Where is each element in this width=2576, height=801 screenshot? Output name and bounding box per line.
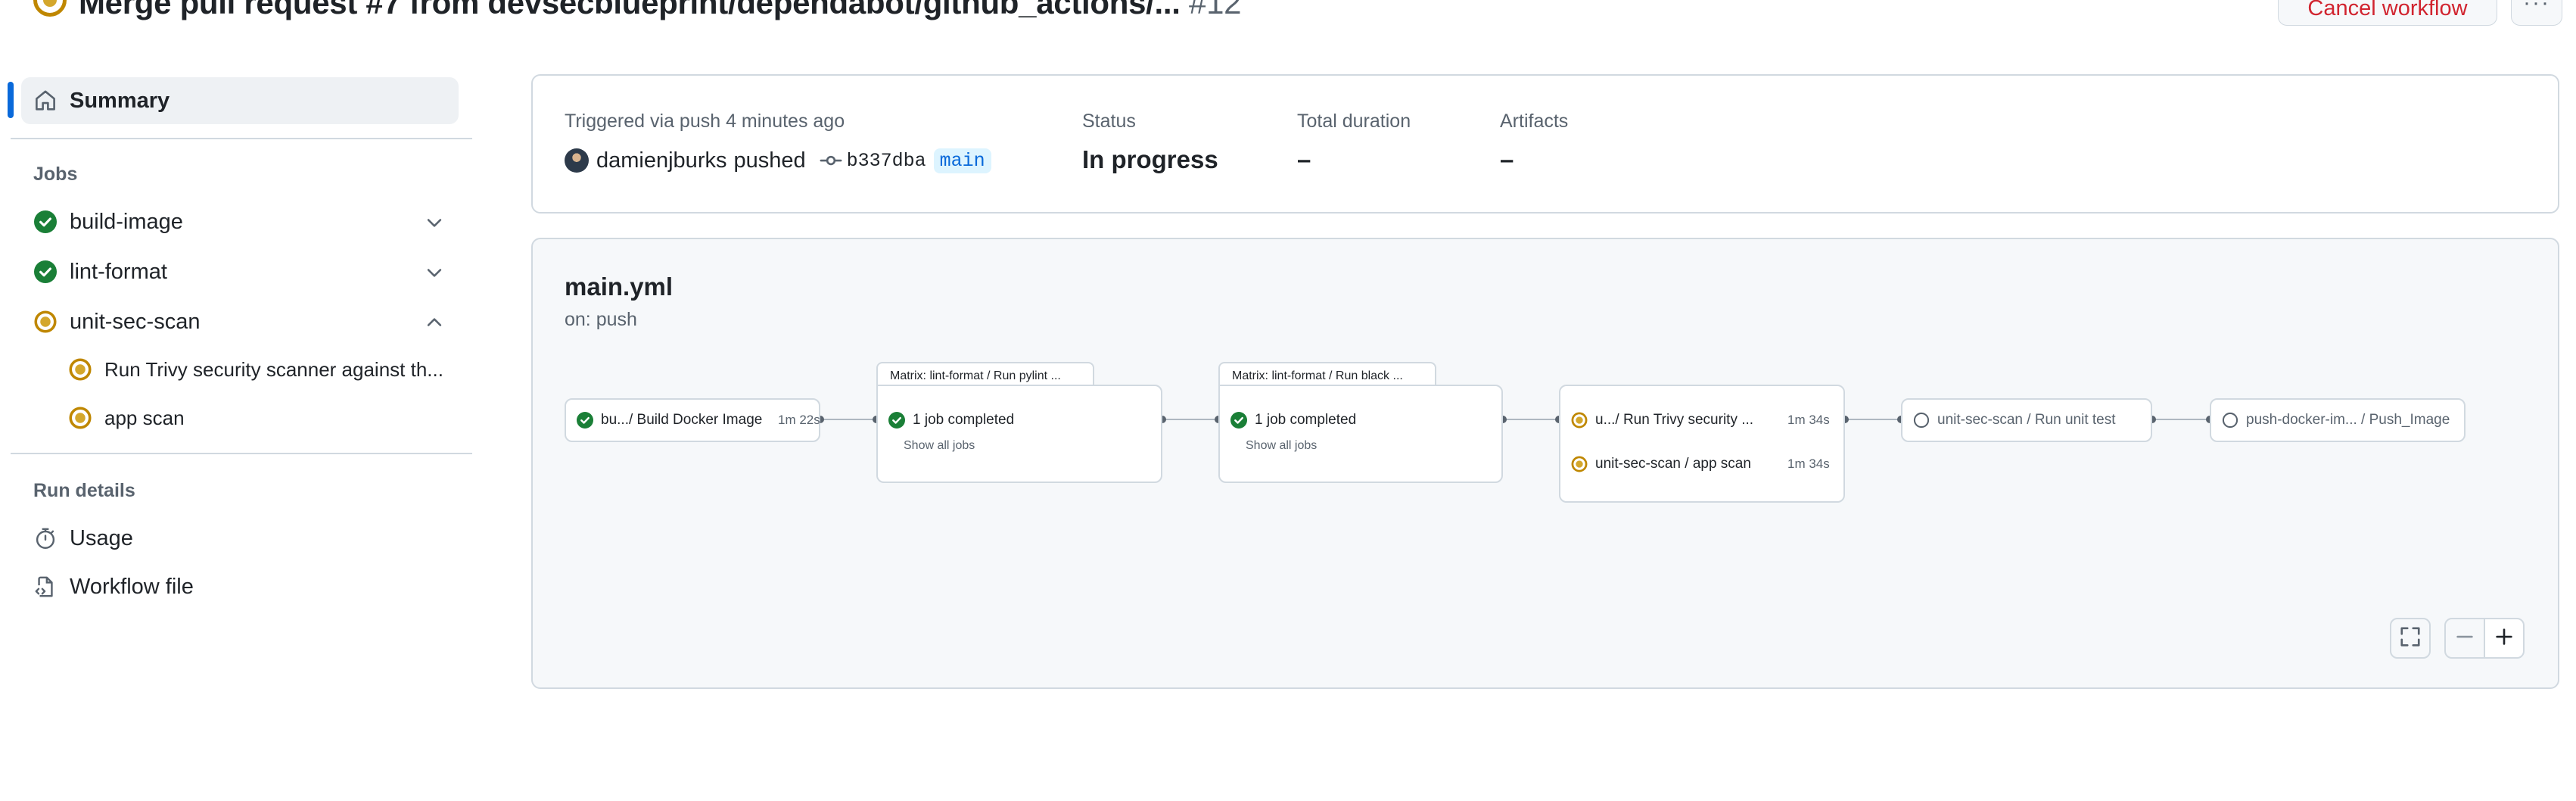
total-duration-value: – (1297, 145, 1311, 173)
artifacts-label: Artifacts (1500, 111, 1569, 132)
in-progress-icon (68, 357, 92, 382)
step-label: Run Trivy security scanner against th... (104, 357, 443, 381)
cancel-workflow-button[interactable]: Cancel workflow (2278, 0, 2497, 26)
graph-connectors (817, 416, 2214, 423)
triggered-label: Triggered via push 4 minutes ago (565, 111, 845, 132)
commit-sha-link[interactable]: b337dba (847, 150, 926, 172)
in-progress-status-icon (33, 0, 67, 17)
job-label: unit-sec-scan (70, 309, 201, 334)
job-node-row: 1 job completed (1230, 412, 1356, 429)
job-node-app-scan[interactable]: unit-sec-scan / app scan 1m 34s (1571, 456, 1830, 472)
chevron-down-icon[interactable] (424, 262, 445, 283)
job-node-name: unit-sec-scan / app scan (1595, 456, 1751, 472)
queued-icon (2222, 412, 2238, 429)
workflow-file-label: Workflow file (70, 574, 194, 599)
status-label: Status (1082, 111, 1136, 132)
stopwatch-icon (33, 526, 58, 550)
sidebar-job-build-image[interactable]: build-image (21, 200, 459, 244)
job-node-name: unit-sec-scan / Run unit test (1937, 412, 2116, 428)
active-nav-marker (8, 82, 14, 118)
show-all-jobs-link[interactable]: Show all jobs (904, 439, 975, 453)
success-icon (888, 412, 905, 429)
run-summary-card: Triggered via push 4 minutes ago damienj… (531, 74, 2559, 213)
total-duration-label: Total duration (1297, 111, 1411, 132)
matrix-summary: 1 job completed (913, 412, 1015, 428)
sidebar-item-summary[interactable]: Summary (21, 77, 459, 124)
in-progress-icon (1571, 412, 1588, 429)
avatar[interactable] (565, 148, 589, 173)
chevron-up-icon[interactable] (424, 312, 445, 333)
job-node-name: bu.../ Build Docker Image (601, 412, 763, 428)
usage-label: Usage (70, 525, 133, 550)
home-icon (33, 89, 58, 113)
summary-label: Summary (70, 88, 170, 113)
sidebar-step-trivy-scan[interactable]: Run Trivy security scanner against th... (58, 348, 459, 391)
success-icon (577, 412, 593, 429)
queued-icon (1913, 412, 1930, 429)
run-title-text: Merge pull request #7 from devsecbluepri… (79, 0, 1181, 20)
success-icon (1230, 412, 1247, 429)
matrix-node-black[interactable]: 1 job completed Show all jobs (1218, 385, 1503, 483)
sidebar-item-workflow-file[interactable]: Workflow file (21, 565, 459, 609)
zoom-in-button[interactable] (2484, 618, 2525, 659)
fullscreen-button[interactable] (2390, 618, 2431, 659)
step-label: app scan (104, 406, 185, 429)
run-header: Merge pull request #7 from devsecbluepri… (0, 0, 2576, 30)
in-progress-icon (68, 406, 92, 430)
pushed-text: pushed (733, 148, 806, 173)
show-all-jobs-link[interactable]: Show all jobs (1246, 439, 1317, 453)
job-node-row: bu.../ Build Docker Image 1m 22s (577, 412, 820, 429)
success-icon (33, 210, 58, 234)
success-icon (33, 260, 58, 284)
run-details-section-title: Run details (33, 480, 135, 501)
job-node-duration: 1m 34s (1787, 413, 1830, 427)
git-commit-icon (820, 149, 842, 172)
matrix-summary: 1 job completed (1255, 412, 1357, 428)
job-node-duration: 1m 22s (778, 413, 820, 427)
workflow-graph-card: main.yml on: push bu.../ Build Docker Im… (531, 238, 2559, 689)
jobs-section-title: Jobs (33, 164, 78, 185)
in-progress-icon (33, 310, 58, 334)
job-node-unit-test[interactable]: unit-sec-scan / Run unit test (1901, 398, 2152, 442)
chevron-down-icon[interactable] (424, 212, 445, 233)
matrix-node-pylint[interactable]: 1 job completed Show all jobs (876, 385, 1162, 483)
sidebar-job-unit-sec-scan[interactable]: unit-sec-scan (21, 300, 459, 344)
run-title: Merge pull request #7 from devsecbluepri… (79, 0, 1242, 21)
job-label: lint-format (70, 259, 167, 284)
zoom-out-button[interactable] (2444, 618, 2485, 659)
matrix-tab-black: Matrix: lint-format / Run black ... (1218, 362, 1436, 386)
job-node-push-image[interactable]: push-docker-im... / Push_Image (2210, 398, 2466, 442)
job-node-row: push-docker-im... / Push_Image (2222, 412, 2450, 429)
sidebar-step-app-scan[interactable]: app scan (58, 397, 459, 439)
branch-badge[interactable]: main (933, 148, 991, 173)
job-node-name: push-docker-im... / Push_Image (2246, 412, 2450, 428)
job-node-duration: 1m 34s (1787, 457, 1830, 471)
job-group-unit-sec-scan: u.../ Run Trivy security ... 1m 34s unit… (1559, 385, 1845, 503)
job-node-name: u.../ Run Trivy security ... (1595, 412, 1754, 428)
minus-icon (2453, 625, 2476, 652)
actor-link[interactable]: damienjburks (596, 148, 726, 173)
in-progress-icon (1571, 456, 1588, 472)
job-node-build-image[interactable]: bu.../ Build Docker Image 1m 22s (565, 398, 820, 442)
more-options-button[interactable]: ··· (2511, 0, 2562, 26)
trigger-info: damienjburks pushed b337dba main (565, 145, 991, 176)
job-node-trivy[interactable]: u.../ Run Trivy security ... 1m 34s (1571, 412, 1830, 429)
job-node-row: 1 job completed (888, 412, 1014, 429)
plus-icon (2493, 625, 2515, 652)
status-value: In progress (1082, 145, 1218, 173)
sidebar-job-lint-format[interactable]: lint-format (21, 250, 459, 294)
sidebar-item-usage[interactable]: Usage (21, 516, 459, 560)
run-number: #12 (1189, 0, 1242, 20)
sidebar-divider (11, 138, 472, 139)
file-code-icon (33, 575, 58, 599)
job-label: build-image (70, 209, 183, 234)
artifacts-value: – (1500, 145, 1514, 173)
fullscreen-icon (2399, 625, 2422, 652)
matrix-tab-pylint: Matrix: lint-format / Run pylint ... (876, 362, 1094, 386)
sidebar-divider (11, 453, 472, 454)
job-node-row: unit-sec-scan / Run unit test (1913, 412, 2116, 429)
